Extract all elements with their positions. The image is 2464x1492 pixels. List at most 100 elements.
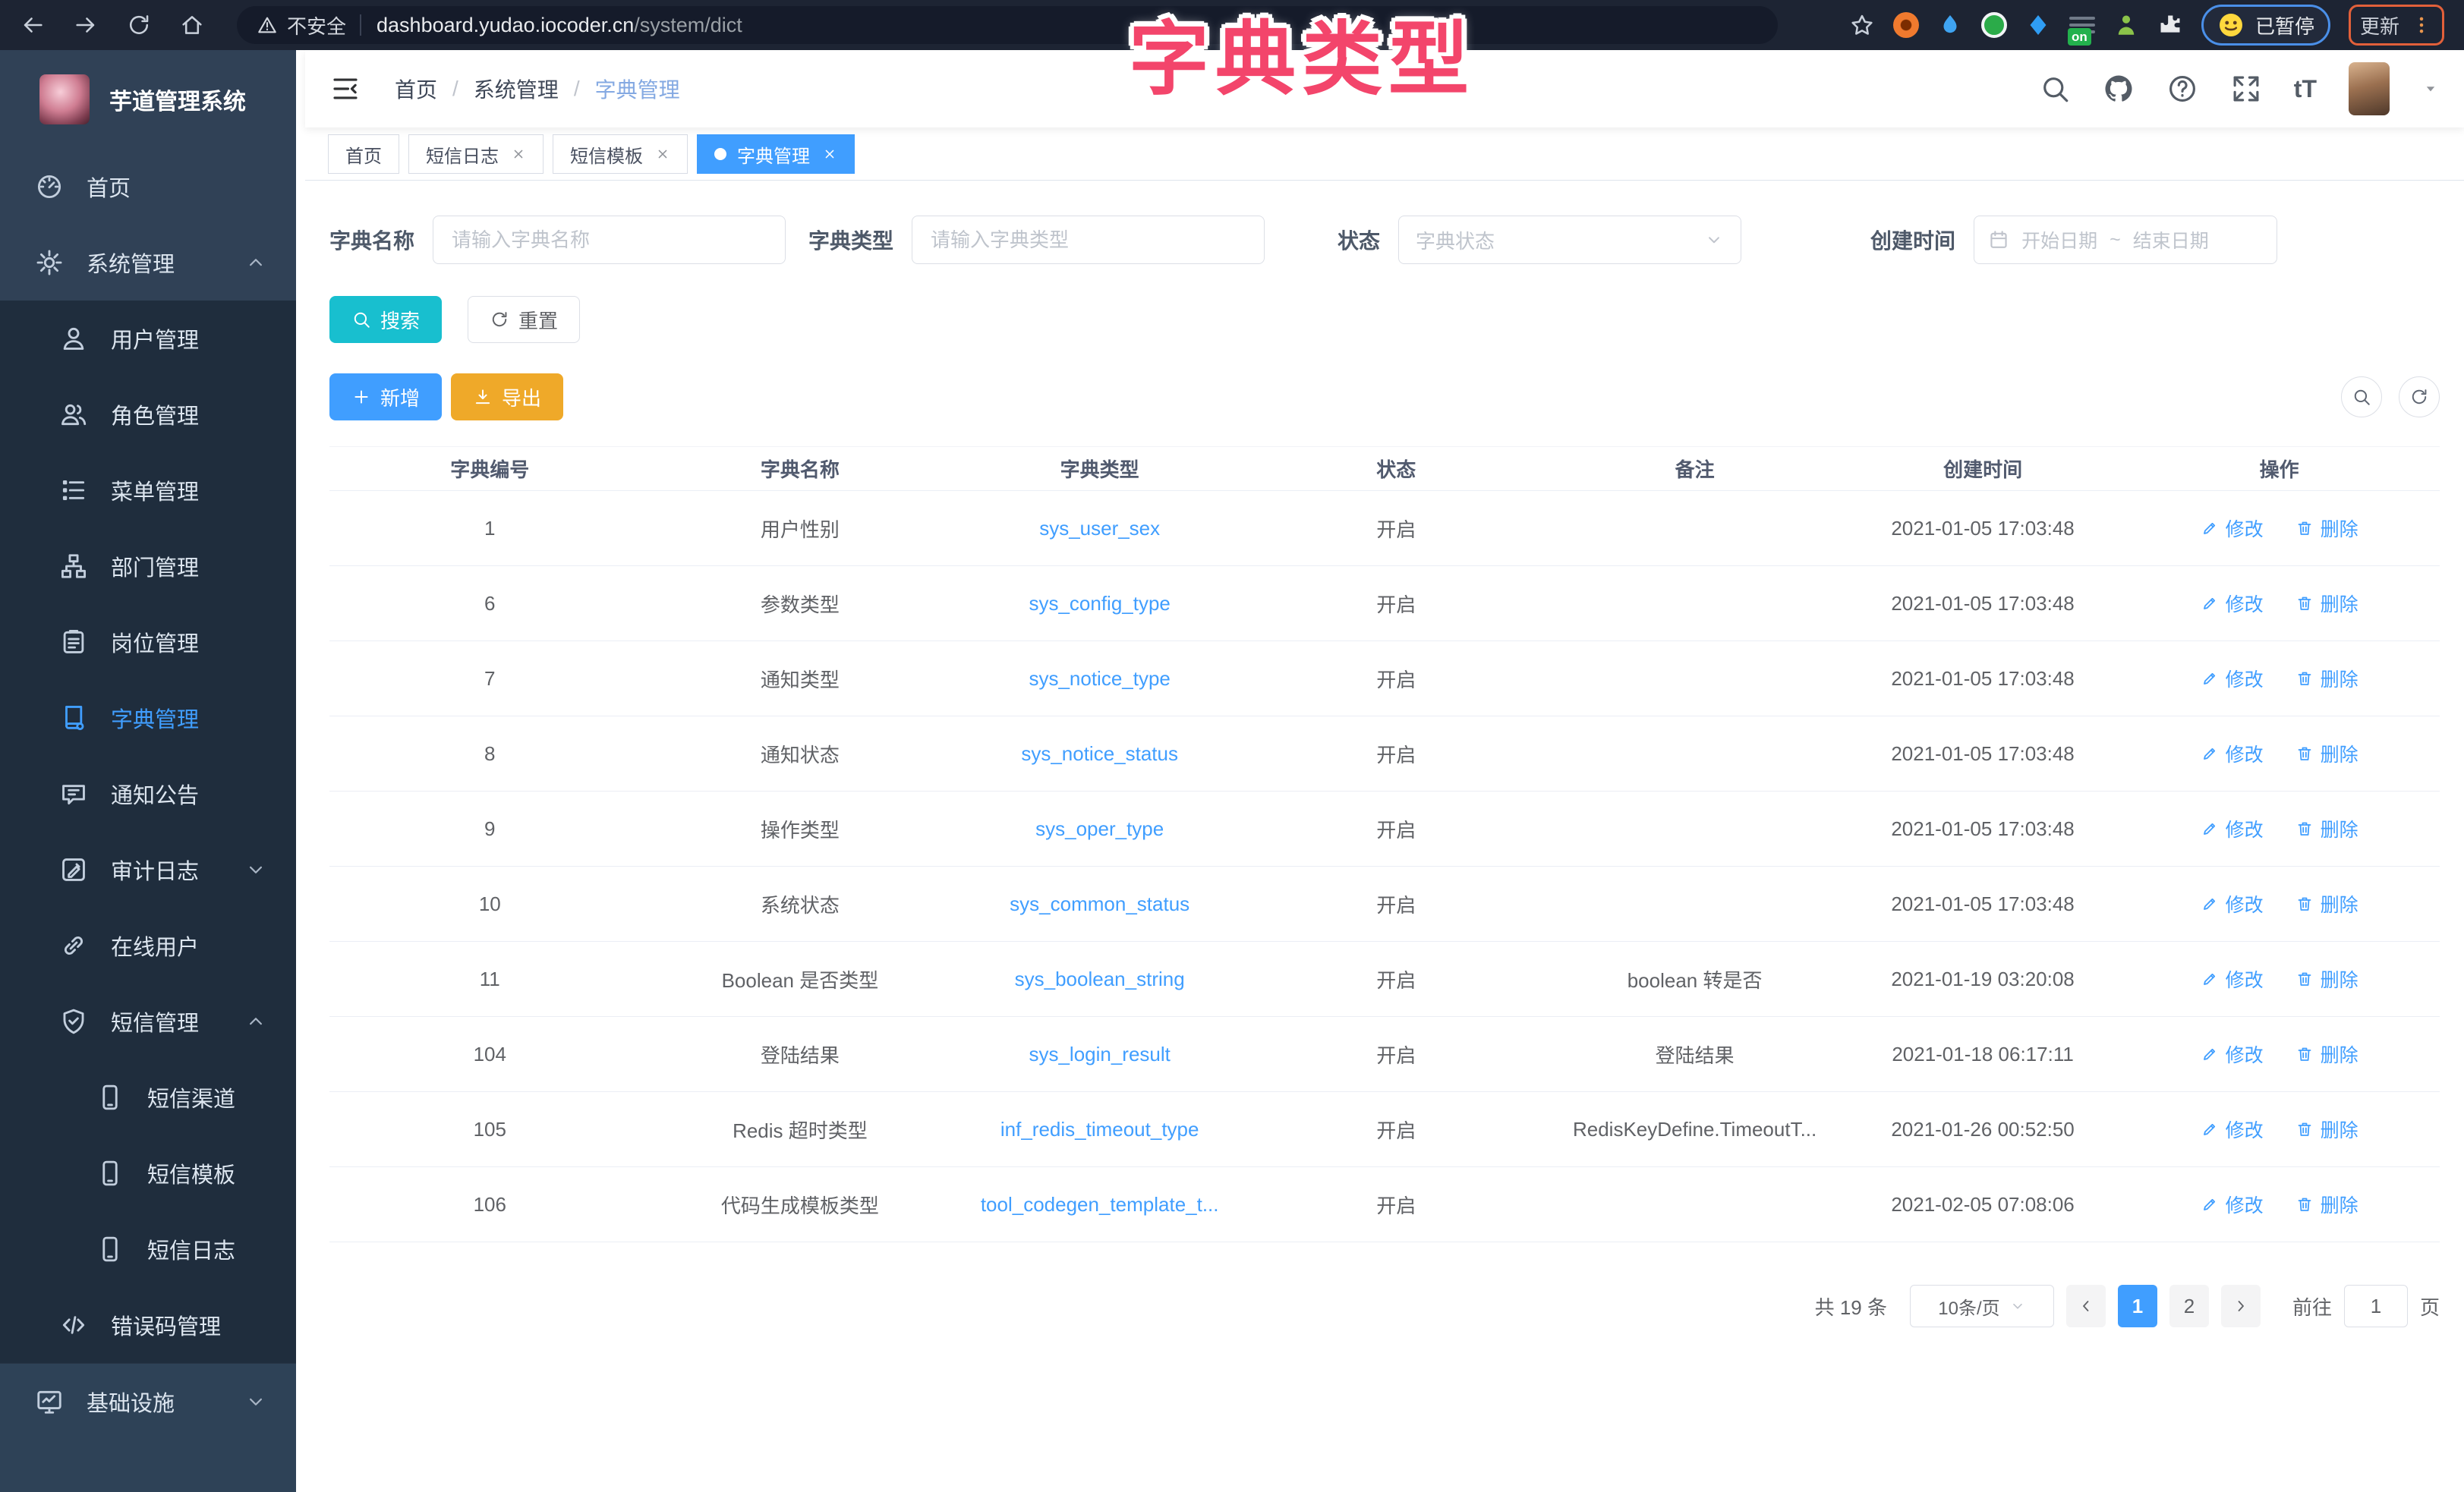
edit-link[interactable]: 修改 [2201, 1040, 2264, 1068]
cell-type: sys_common_status [950, 892, 1249, 916]
cell-status: 开启 [1249, 815, 1542, 843]
delete-link[interactable]: 删除 [2295, 1116, 2358, 1143]
delete-link[interactable]: 删除 [2295, 590, 2358, 617]
dict-type-link[interactable]: sys_common_status [1010, 892, 1189, 915]
dict-type-link[interactable]: sys_notice_status [1021, 742, 1178, 765]
edit-link[interactable]: 修改 [2201, 890, 2264, 918]
browser-forward-icon[interactable] [73, 12, 99, 38]
extension-droplet-icon[interactable] [1937, 12, 1963, 38]
delete-link[interactable]: 删除 [2295, 815, 2358, 842]
update-button[interactable]: 更新 [2360, 11, 2399, 39]
table-refresh-button[interactable] [2399, 376, 2440, 417]
sidebar-item-editlog[interactable]: 审计日志 [0, 832, 296, 908]
edit-link[interactable]: 修改 [2201, 1191, 2264, 1218]
sidebar-item-phone[interactable]: 短信日志 [0, 1211, 296, 1287]
sidebar-item-user[interactable]: 用户管理 [0, 301, 296, 376]
user-menu-caret-icon[interactable] [2421, 80, 2440, 98]
app-logo-row[interactable]: 芋道管理系统 [0, 50, 296, 149]
sidebar-item-gauge[interactable]: 首页 [0, 149, 296, 225]
close-icon[interactable] [511, 146, 526, 162]
github-icon[interactable] [2103, 73, 2135, 105]
dict-type-link[interactable]: inf_redis_timeout_type [1000, 1118, 1199, 1141]
page-size-select[interactable]: 10条/页 [1910, 1285, 2054, 1327]
address-bar[interactable]: 不安全 dashboard.yudao.iocoder.cn /system/d… [237, 6, 1778, 44]
add-button[interactable]: 新增 [329, 373, 442, 420]
paused-extension-badge[interactable]: 已暂停 [2201, 5, 2330, 46]
sidebar-item-chat[interactable]: 通知公告 [0, 756, 296, 832]
browser-back-icon[interactable] [20, 12, 46, 38]
browser-menu-kebab-icon[interactable] [2410, 14, 2433, 36]
sidebar-item-tree[interactable]: 部门管理 [0, 528, 296, 604]
tab-字典管理[interactable]: 字典管理 [697, 134, 855, 174]
dict-type-link[interactable]: sys_user_sex [1039, 517, 1160, 540]
tab-短信模板[interactable]: 短信模板 [553, 134, 688, 174]
goto-page-input[interactable] [2344, 1285, 2408, 1327]
bookmark-star-icon[interactable] [1849, 12, 1875, 38]
close-icon[interactable] [822, 146, 837, 162]
browser-home-icon[interactable] [179, 12, 205, 38]
pencil-icon [2201, 744, 2219, 763]
sidebar-item-badge[interactable]: 岗位管理 [0, 604, 296, 680]
help-icon[interactable] [2166, 73, 2198, 105]
next-page-button[interactable] [2221, 1285, 2261, 1327]
dict-type-link[interactable]: sys_notice_type [1029, 667, 1170, 690]
delete-link[interactable]: 删除 [2295, 1040, 2358, 1068]
edit-link[interactable]: 修改 [2201, 515, 2264, 542]
sidebar-item-phone[interactable]: 短信渠道 [0, 1059, 296, 1135]
dict-type-link[interactable]: sys_oper_type [1035, 817, 1164, 840]
font-size-icon[interactable]: tT [2294, 75, 2317, 103]
table-search-toggle-button[interactable] [2341, 376, 2382, 417]
extension-green-icon[interactable] [1981, 12, 2007, 38]
sidebar-item-code[interactable]: 错误码管理 [0, 1287, 296, 1363]
prev-page-button[interactable] [2066, 1285, 2106, 1327]
sidebar-item-book[interactable]: 字典管理 [0, 680, 296, 756]
page-number-2[interactable]: 2 [2169, 1285, 2209, 1327]
browser-reload-icon[interactable] [126, 12, 152, 38]
reset-button[interactable]: 重置 [468, 296, 580, 343]
edit-link[interactable]: 修改 [2201, 590, 2264, 617]
sidebar-item-monitor[interactable]: 基础设施 [0, 1364, 296, 1440]
dict-type-link[interactable]: sys_boolean_string [1015, 968, 1185, 990]
export-button[interactable]: 导出 [451, 373, 563, 420]
sidebar-item-list[interactable]: 菜单管理 [0, 452, 296, 528]
extension-orange-icon[interactable] [1893, 12, 1919, 38]
delete-link[interactable]: 删除 [2295, 965, 2358, 993]
delete-link[interactable]: 删除 [2295, 665, 2358, 692]
tab-首页[interactable]: 首页 [328, 134, 399, 174]
delete-link[interactable]: 删除 [2295, 515, 2358, 542]
search-button[interactable]: 搜索 [329, 296, 442, 343]
edit-link[interactable]: 修改 [2201, 665, 2264, 692]
sidebar-item-users[interactable]: 角色管理 [0, 376, 296, 452]
sidebar-item-shield[interactable]: 短信管理 [0, 984, 296, 1059]
dict-type-input[interactable] [912, 216, 1265, 264]
edit-link[interactable]: 修改 [2201, 1116, 2264, 1143]
extensions-puzzle-icon[interactable] [2157, 12, 2183, 38]
dict-type-link[interactable]: sys_config_type [1029, 592, 1170, 615]
close-icon[interactable] [655, 146, 670, 162]
sidebar-item-gear[interactable]: 系统管理 [0, 225, 296, 301]
user-avatar[interactable] [2349, 62, 2390, 115]
delete-link[interactable]: 删除 [2295, 890, 2358, 918]
sidebar-collapse-icon[interactable] [329, 73, 361, 105]
dict-name-input[interactable] [433, 216, 786, 264]
date-range-picker[interactable]: 开始日期 ~ 结束日期 [1974, 216, 2277, 264]
sidebar-item-online[interactable]: 在线用户 [0, 908, 296, 984]
tab-短信日志[interactable]: 短信日志 [408, 134, 544, 174]
dict-type-link[interactable]: sys_login_result [1029, 1043, 1170, 1065]
page-number-1[interactable]: 1 [2118, 1285, 2157, 1327]
fullscreen-icon[interactable] [2230, 73, 2262, 105]
delete-link[interactable]: 删除 [2295, 1191, 2358, 1218]
search-icon[interactable] [2039, 73, 2071, 105]
breadcrumb-system[interactable]: 系统管理 [474, 74, 559, 104]
breadcrumb-home[interactable]: 首页 [395, 74, 437, 104]
status-select[interactable]: 字典状态 [1398, 216, 1741, 264]
edit-link[interactable]: 修改 [2201, 740, 2264, 767]
edit-link[interactable]: 修改 [2201, 815, 2264, 842]
extension-list-icon[interactable]: on [2069, 12, 2095, 38]
extension-android-icon[interactable] [2113, 12, 2139, 38]
sidebar-item-phone[interactable]: 短信模板 [0, 1135, 296, 1211]
dict-type-link[interactable]: tool_codegen_template_t... [981, 1193, 1219, 1216]
extension-diamond-icon[interactable] [2025, 12, 2051, 38]
edit-link[interactable]: 修改 [2201, 965, 2264, 993]
delete-link[interactable]: 删除 [2295, 740, 2358, 767]
